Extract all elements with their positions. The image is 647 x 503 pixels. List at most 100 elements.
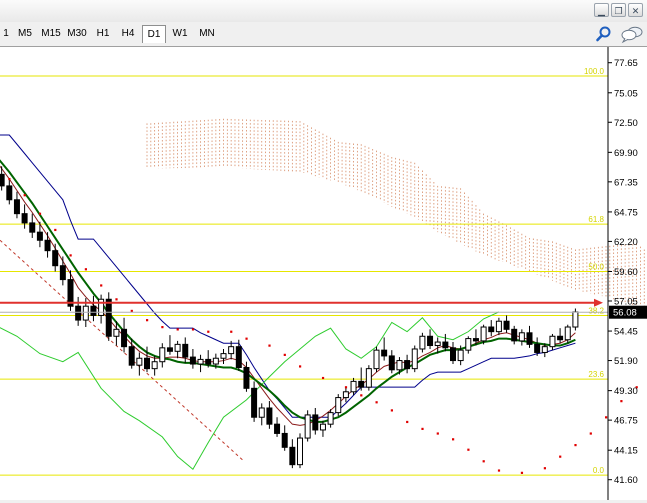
candle-body [21, 213, 28, 224]
candle-body [281, 432, 288, 448]
candle-body [182, 343, 189, 358]
y-tick-label: 75.05 [614, 88, 638, 99]
tf-m30[interactable]: M30 [64, 25, 90, 43]
candle-body [52, 250, 59, 267]
candle-body [511, 328, 518, 342]
window-titlebar: ▁ ❐ ✕ [0, 0, 647, 23]
candle-body [472, 338, 479, 342]
tf-m5[interactable]: M5 [13, 25, 37, 43]
y-tick-label: 51.90 [614, 356, 638, 367]
candle-body [541, 346, 548, 353]
price-chart[interactable]: 100.0 61.8 50.0 38.2 23.6 0.0 77.65 75.05 72.50 6… [0, 47, 647, 500]
candle-body [312, 414, 319, 431]
sar-dot [620, 400, 623, 403]
candle-body [197, 358, 204, 365]
tf-mn[interactable]: MN [194, 25, 220, 43]
candle-body [59, 265, 66, 281]
kijun-line [0, 134, 576, 418]
tf-h4[interactable]: H4 [116, 25, 140, 43]
candle-body [503, 320, 510, 330]
sar-dot [245, 337, 248, 340]
y-tick-label: 41.60 [614, 475, 638, 486]
tf-m15[interactable]: M15 [38, 25, 64, 43]
sar-dot [360, 394, 363, 397]
restore-icon: ❐ [614, 6, 623, 16]
sar-dot [115, 298, 118, 301]
y-tick-label: 54.45 [614, 327, 638, 338]
candle-body [350, 380, 357, 393]
fib-level-label: 23.6 [588, 370, 604, 379]
fib-level-label: 0.0 [593, 466, 605, 475]
restore-button[interactable]: ❐ [611, 3, 626, 17]
candle-body [144, 357, 150, 370]
minimize-button[interactable]: ▁ [594, 3, 609, 17]
candle-body [166, 347, 173, 352]
fib-level-label: 100.0 [584, 67, 605, 76]
y-tick-label: 59.60 [614, 267, 638, 278]
search-icon[interactable] [594, 24, 614, 44]
candle-body [335, 397, 342, 414]
sar-dot [299, 365, 302, 368]
y-tick-label: 67.35 [614, 177, 638, 188]
candle-body [358, 380, 365, 388]
candle-body [289, 446, 296, 466]
candle-body [404, 360, 411, 370]
candle-body [189, 356, 196, 365]
candle-body [6, 185, 13, 201]
candle-body [251, 387, 258, 418]
candle-body [90, 305, 97, 316]
sar-dot [436, 432, 439, 435]
candle-body [526, 332, 533, 345]
sar-dot [84, 268, 87, 271]
sar-dot [207, 330, 210, 333]
y-tick-label: 64.75 [614, 207, 638, 218]
candle-body [442, 341, 449, 349]
candle-body [44, 239, 51, 252]
candle-body [465, 338, 472, 351]
candle-body [128, 346, 135, 366]
sar-dot [344, 386, 348, 389]
candle-body [388, 355, 395, 371]
sar-dot [161, 326, 164, 329]
y-tick-label: 69.90 [614, 148, 638, 159]
sar-dot [467, 448, 470, 451]
candle-body [220, 353, 227, 359]
sar-dot [497, 469, 501, 472]
candle-body [450, 347, 456, 362]
candle-body [0, 173, 5, 187]
candle-body [549, 335, 556, 348]
candle-body [534, 343, 541, 353]
sar-dot [283, 353, 286, 356]
candle-body [327, 412, 334, 425]
sar-dot [8, 177, 11, 181]
tf-d1[interactable]: D1 [142, 25, 166, 43]
candle-body [121, 328, 128, 348]
candle-body [113, 328, 120, 337]
price-badge-label: 56.08 [613, 308, 637, 319]
sar-dot [574, 443, 577, 447]
tf-1[interactable]: 1 [0, 25, 12, 43]
sar-dot [69, 254, 72, 257]
candle-body [411, 348, 418, 370]
close-button[interactable]: ✕ [628, 3, 643, 17]
sar-dot [100, 284, 103, 287]
tf-h1[interactable]: H1 [91, 25, 115, 43]
sar-dot [559, 455, 562, 458]
candle-body [518, 332, 525, 342]
chat-bubbles-icon[interactable] [620, 24, 644, 44]
tf-w1[interactable]: W1 [168, 25, 192, 43]
slow-ma-line [0, 159, 576, 423]
candle-body [13, 199, 20, 215]
candle-body [36, 231, 43, 241]
sar-dot [130, 309, 133, 313]
sar-dot [605, 416, 608, 419]
candle-body [557, 335, 564, 341]
y-tick-label: 62.20 [614, 237, 638, 248]
close-icon: ✕ [631, 6, 640, 16]
candle-body [243, 366, 250, 389]
candle-body [381, 349, 388, 357]
candle-body [151, 361, 158, 370]
sar-dot [543, 467, 546, 470]
sar-dot [38, 212, 42, 215]
candle-body [457, 349, 464, 362]
